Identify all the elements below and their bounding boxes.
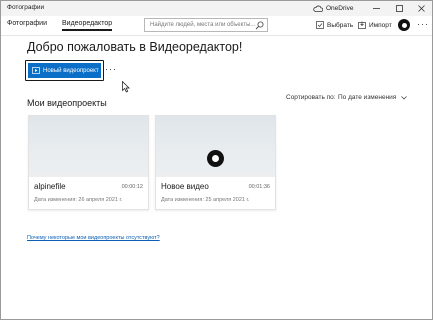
project-thumbnail xyxy=(29,116,148,177)
chevron-down-icon xyxy=(401,95,408,99)
missing-projects-link[interactable]: Почему некоторые мои видеопроекты отсутс… xyxy=(27,235,160,241)
page-title: Добро пожаловать в Видеоредактор! xyxy=(27,40,243,54)
project-date: Дата изменения: 26 апреля 2021 г. xyxy=(34,197,123,203)
app-title: Фотографии xyxy=(7,4,45,11)
close-icon xyxy=(417,5,425,12)
more-options-icon[interactable]: ··· xyxy=(105,64,117,74)
sort-dropdown[interactable]: По дате изменения xyxy=(338,94,408,101)
minimize-button[interactable] xyxy=(365,1,387,16)
project-thumbnail xyxy=(156,116,275,177)
toolbar-divider xyxy=(1,35,432,36)
title-bar: Фотографии OneDrive xyxy=(1,1,432,16)
project-name: alpinefile xyxy=(34,182,66,191)
app-toolbar: Фотографии Видеоредактор Найдите людей, … xyxy=(1,16,432,35)
video-project-card[interactable]: alpinefile 00:00:12 Дата изменения: 26 а… xyxy=(28,115,149,210)
cursor-icon xyxy=(122,81,130,93)
project-duration: 00:00:12 xyxy=(121,184,143,190)
video-project-icon xyxy=(32,67,40,74)
search-placeholder: Найдите людей, места или объекты... xyxy=(150,21,256,28)
more-icon[interactable]: ··· xyxy=(417,19,429,29)
import-button[interactable]: Импорт xyxy=(358,19,392,31)
close-button[interactable] xyxy=(410,1,432,16)
section-title: Мои видеопроекты xyxy=(27,98,107,108)
search-icon[interactable] xyxy=(255,21,264,30)
project-date: Дата изменения: 25 апреля 2021 г. xyxy=(161,197,250,203)
sort-label: Сортировать по: xyxy=(286,94,336,101)
maximize-button[interactable] xyxy=(388,1,410,16)
new-project-label: Новый видеопроект xyxy=(43,67,99,74)
onedrive-label: OneDrive xyxy=(326,5,354,12)
video-project-card[interactable]: Новое видео 00:01:36 Дата изменения: 25 … xyxy=(155,115,276,210)
onedrive-button[interactable]: OneDrive xyxy=(313,3,353,14)
project-duration: 00:01:36 xyxy=(248,184,270,190)
logo-icon xyxy=(207,150,224,167)
sort-value: По дате изменения xyxy=(338,94,397,101)
project-name: Новое видео xyxy=(161,182,209,191)
onedrive-cloud-icon xyxy=(313,5,323,12)
maximize-icon xyxy=(395,5,403,12)
import-label: Импорт xyxy=(369,21,392,29)
select-button[interactable]: Выбрать xyxy=(316,19,353,31)
app-window: Фотографии OneDrive Фотографии Видеореда… xyxy=(0,0,433,320)
new-video-project-button[interactable]: Новый видеопроект xyxy=(28,63,101,78)
tab-photos[interactable]: Фотографии xyxy=(7,20,47,27)
select-label: Выбрать xyxy=(327,21,354,29)
tab-video-editor[interactable]: Видеоредактор xyxy=(62,20,113,31)
import-icon xyxy=(358,21,366,29)
search-input[interactable]: Найдите людей, места или объекты... xyxy=(144,18,268,32)
minimize-icon xyxy=(372,8,380,9)
avatar[interactable] xyxy=(398,19,410,31)
select-icon xyxy=(316,21,324,29)
